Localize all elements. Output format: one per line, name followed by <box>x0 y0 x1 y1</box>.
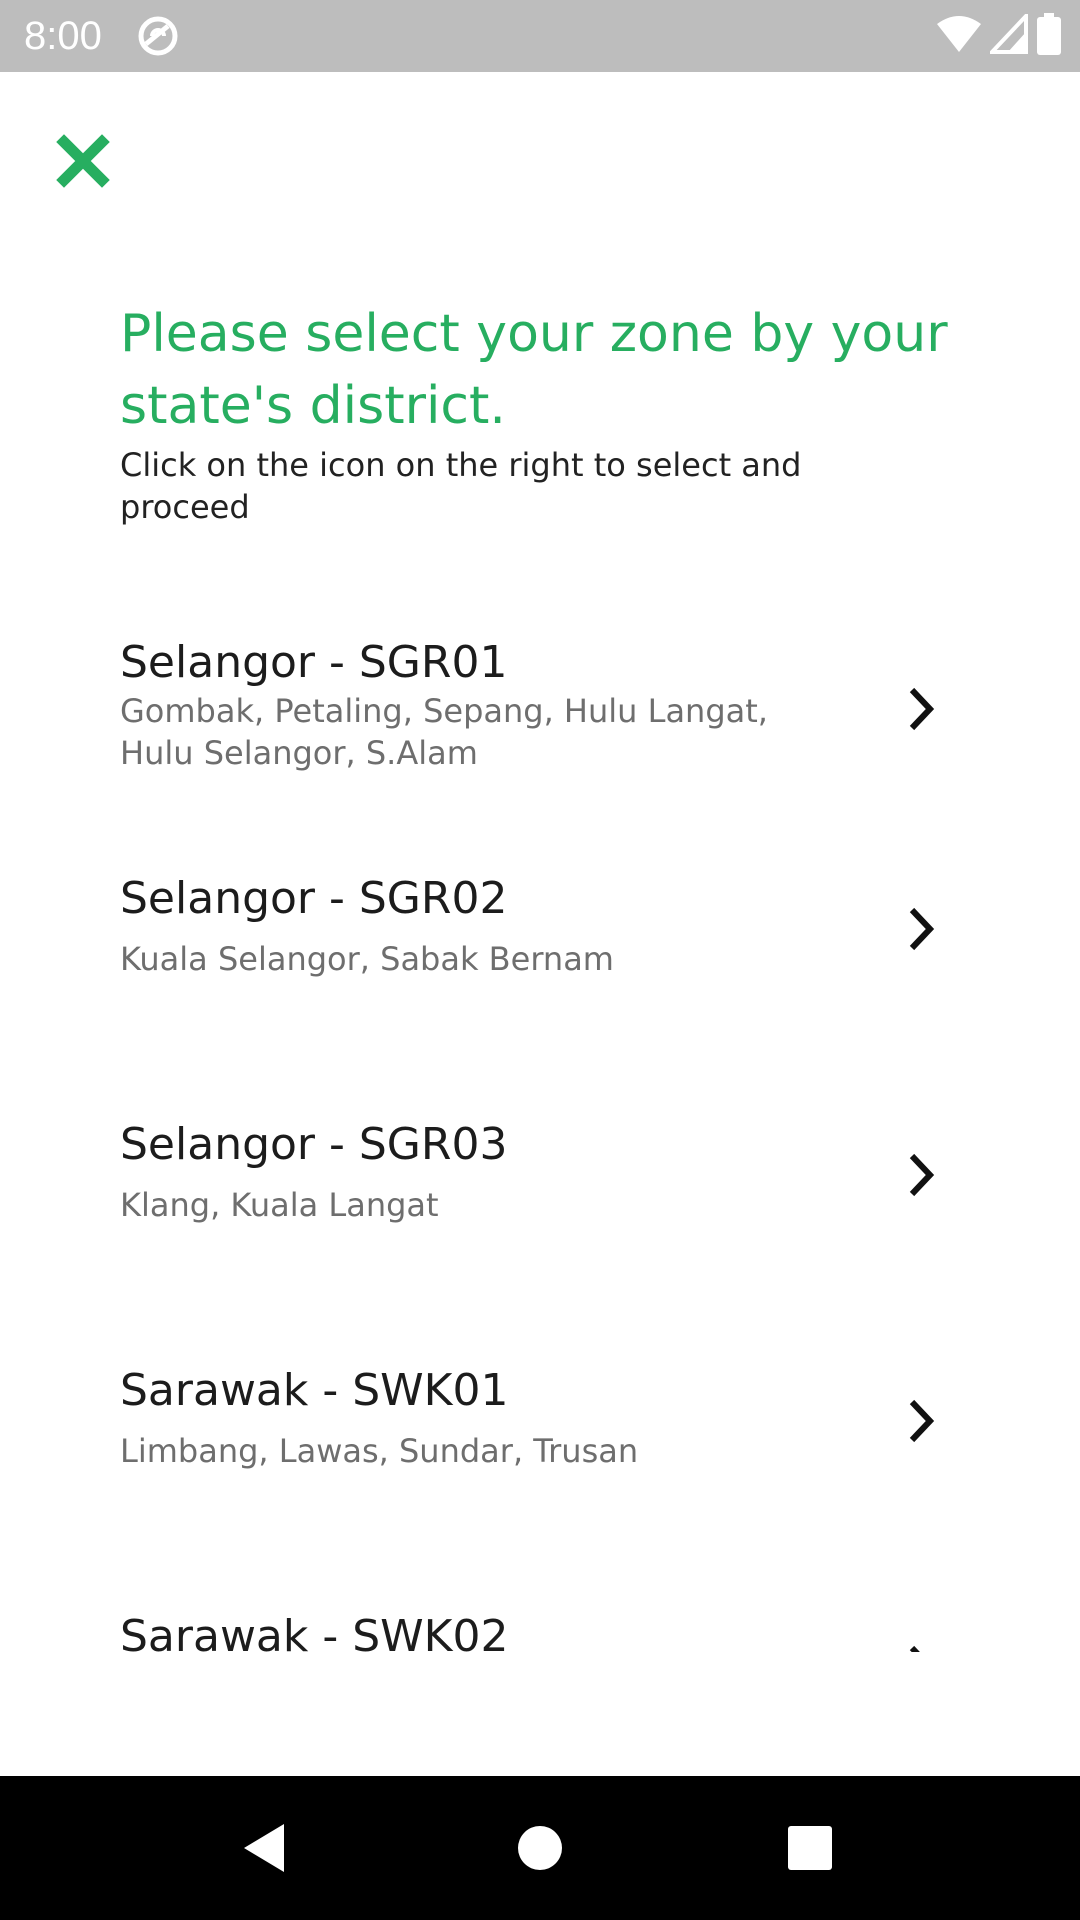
back-button[interactable] <box>218 1800 314 1896</box>
recents-button[interactable] <box>762 1800 858 1896</box>
wifi-icon <box>936 14 982 58</box>
zone-item-sgr03[interactable]: Selangor - SGR03 Klang, Kuala Langat <box>0 1118 1080 1238</box>
page-title: Please select your zone by your state's … <box>120 304 948 436</box>
zone-item-sgr02[interactable]: Selangor - SGR02 Kuala Selangor, Sabak B… <box>0 872 1080 992</box>
close-icon <box>56 134 110 188</box>
navigation-bar <box>0 1776 1080 1920</box>
zone-title: Selangor - SGR01 <box>120 637 508 688</box>
page-instructions: Click on the icon on the right to select… <box>120 446 802 526</box>
zone-title: Selangor - SGR03 <box>120 1119 508 1170</box>
chevron-right-icon[interactable] <box>900 684 944 734</box>
status-time: 8:00 <box>24 14 102 58</box>
zone-list: Selangor - SGR01 Gombak, Petaling, Sepan… <box>0 0 1080 1652</box>
zone-districts: Limbang, Lawas, Sundar, Trusan <box>120 1432 639 1470</box>
zone-title: Selangor - SGR02 <box>120 873 508 924</box>
chevron-right-icon[interactable] <box>900 1642 944 1652</box>
back-triangle-icon <box>244 1824 284 1872</box>
zone-item-swk02[interactable]: Sarawak - SWK02 <box>0 1610 1080 1652</box>
zone-districts: Gombak, Petaling, Sepang, Hulu Langat, H… <box>120 692 768 772</box>
chevron-right-icon[interactable] <box>900 1396 944 1446</box>
home-circle-icon <box>518 1826 562 1870</box>
zone-title: Sarawak - SWK02 <box>120 1611 509 1652</box>
zone-item-swk01[interactable]: Sarawak - SWK01 Limbang, Lawas, Sundar, … <box>0 1364 1080 1484</box>
zone-districts: Kuala Selangor, Sabak Bernam <box>120 940 614 978</box>
recents-square-icon <box>788 1826 832 1870</box>
chevron-right-icon[interactable] <box>900 904 944 954</box>
zone-districts: Klang, Kuala Langat <box>120 1186 439 1224</box>
cellular-signal-icon <box>987 10 1028 58</box>
battery-icon <box>1036 13 1062 59</box>
close-button[interactable] <box>50 128 116 194</box>
sync-icon <box>136 14 180 58</box>
zone-title: Sarawak - SWK01 <box>120 1365 509 1416</box>
status-icons <box>936 10 1062 59</box>
zone-item-sgr01[interactable]: Selangor - SGR01 Gombak, Petaling, Sepan… <box>0 636 1080 796</box>
status-bar: 8:00 <box>0 0 1080 72</box>
chevron-right-icon[interactable] <box>900 1150 944 1200</box>
home-button[interactable] <box>492 1800 588 1896</box>
